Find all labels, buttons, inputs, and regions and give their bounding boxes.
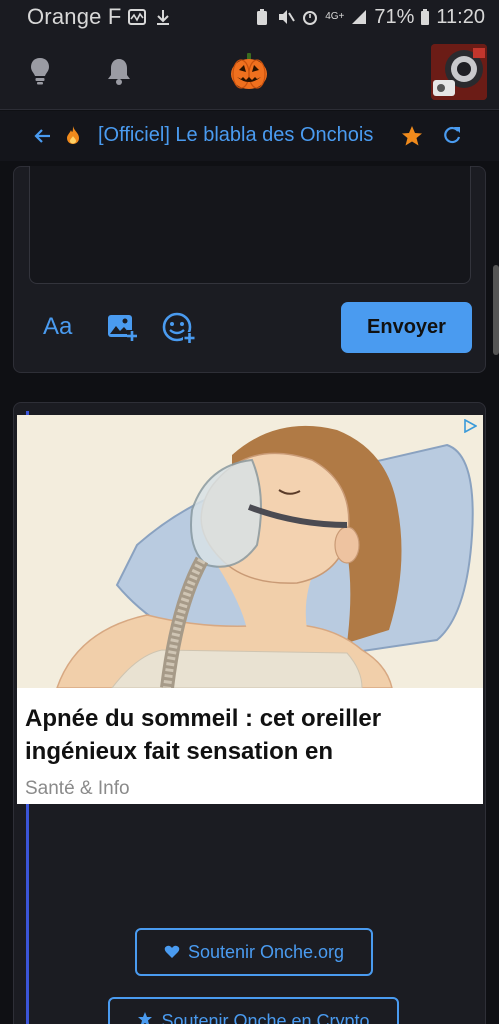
activity-icon: [127, 9, 146, 25]
add-image-icon[interactable]: [107, 312, 137, 342]
send-button[interactable]: Envoyer: [341, 302, 472, 353]
mute-icon: [279, 10, 296, 24]
heart-icon: [164, 945, 180, 958]
flame-icon: [67, 126, 79, 144]
bell-icon[interactable]: [106, 56, 132, 86]
support-crypto-button[interactable]: Soutenir Onche en Crypto: [108, 997, 399, 1024]
topic-title[interactable]: [Officiel] Le blabla des Onchois: [98, 124, 373, 147]
alarm-icon: [303, 11, 318, 25]
support-onche-label: Soutenir Onche.org: [187, 941, 345, 962]
top-navigation: [0, 34, 499, 110]
ad-source[interactable]: Santé & Info: [25, 778, 130, 800]
favorite-star-icon[interactable]: [401, 125, 423, 147]
avatar[interactable]: [431, 44, 487, 100]
clock: 11:20: [436, 5, 485, 28]
pumpkin-logo[interactable]: [229, 51, 269, 91]
status-bar: Orange F 4G+ 71% 11:20: [0, 0, 499, 34]
battery-saver-icon: [257, 9, 268, 25]
battery-icon: [421, 9, 430, 25]
refresh-icon[interactable]: [442, 125, 462, 145]
network-type: 4G+: [325, 11, 345, 22]
sponsored-ad[interactable]: Apnée du sommeil : cet oreiller ingénieu…: [17, 415, 483, 804]
carrier-name: Orange F: [27, 4, 122, 29]
ad-image[interactable]: [17, 415, 483, 688]
battery-level: 71%: [374, 5, 415, 28]
lightbulb-icon[interactable]: [28, 56, 52, 86]
text-format-button[interactable]: Aa: [43, 313, 72, 341]
star-icon: [138, 1012, 153, 1024]
ad-choices-icon[interactable]: [463, 419, 477, 433]
ad-headline[interactable]: Apnée du sommeil : cet oreiller ingénieu…: [25, 702, 477, 768]
topic-header: [Officiel] Le blabla des Onchois: [0, 111, 499, 161]
message-composer: Aa Envoyer: [13, 166, 486, 373]
add-emoji-icon[interactable]: [162, 312, 196, 344]
download-icon: [156, 10, 169, 25]
signal-icon: [352, 10, 367, 24]
support-onche-button[interactable]: Soutenir Onche.org: [135, 928, 373, 976]
support-crypto-label: Soutenir Onche en Crypto: [161, 1011, 370, 1024]
message-input[interactable]: [29, 166, 471, 284]
scrollbar[interactable]: [493, 265, 499, 355]
back-arrow-icon[interactable]: [34, 127, 52, 145]
